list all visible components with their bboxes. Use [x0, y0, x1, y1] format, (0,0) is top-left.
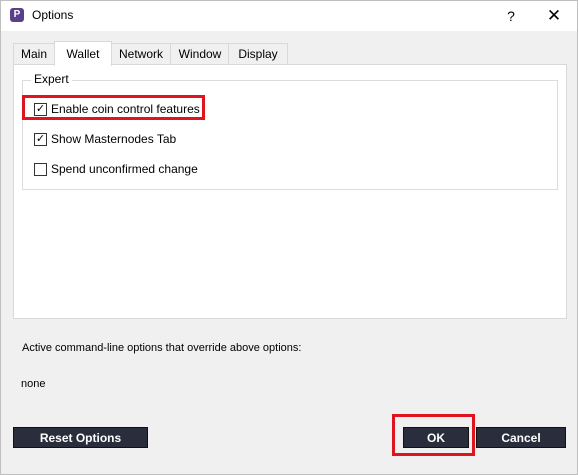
tab-network[interactable]: Network	[110, 43, 172, 64]
close-button[interactable]: ✕	[539, 3, 569, 29]
spend-unconfirmed-label: Spend unconfirmed change	[51, 162, 198, 176]
tab-wallet[interactable]: Wallet	[54, 41, 112, 66]
help-button[interactable]: ?	[497, 3, 525, 29]
tab-window[interactable]: Window	[170, 43, 230, 64]
spend-unconfirmed-checkbox[interactable]	[34, 163, 47, 176]
masternodes-tab-label: Show Masternodes Tab	[51, 132, 177, 146]
tab-display[interactable]: Display	[228, 43, 288, 64]
window-title: Options	[32, 8, 74, 22]
override-options-value: none	[21, 378, 46, 390]
title-bar: P Options ? ✕	[1, 1, 577, 31]
options-dialog: P Options ? ✕ Main Wallet Network Window…	[0, 0, 578, 475]
app-logo-icon: P	[10, 8, 24, 22]
reset-options-button[interactable]: Reset Options	[13, 427, 148, 448]
cancel-button[interactable]: Cancel	[476, 427, 566, 448]
expert-group-title: Expert	[31, 72, 72, 86]
masternodes-tab-checkbox[interactable]: ✓	[34, 133, 47, 146]
tab-main[interactable]: Main	[13, 43, 55, 64]
ok-button-highlight	[392, 414, 475, 456]
override-options-text: Active command-line options that overrid…	[22, 342, 302, 354]
coin-control-highlight	[22, 95, 205, 120]
